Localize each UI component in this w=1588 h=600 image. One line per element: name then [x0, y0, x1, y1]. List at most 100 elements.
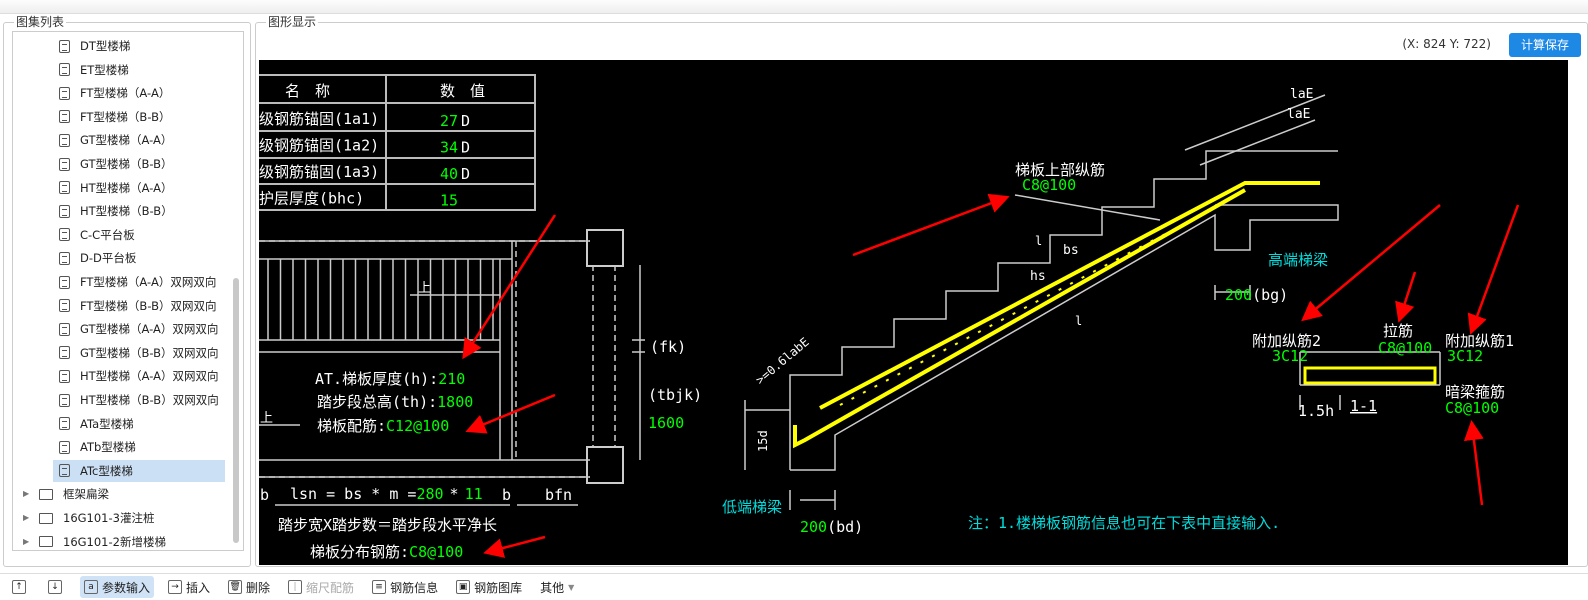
tree-item-file[interactable]: DT型楼梯	[53, 35, 225, 57]
param-icon: a	[84, 580, 98, 594]
tree-item-file[interactable]: GT型楼梯（B-B）双网双向	[53, 342, 225, 364]
tree-item-label: FT型楼梯（A-A）	[80, 86, 171, 101]
tree-item-file[interactable]: ET型楼梯	[53, 59, 225, 81]
move-down-button[interactable]: ↓	[44, 576, 70, 598]
table-row-name: 级钢筋锚固(1a3)	[259, 163, 379, 181]
delete-button[interactable]: 🗑 删除	[224, 576, 274, 598]
bs-label: bs	[1063, 243, 1079, 258]
plan-up-label-1: 上	[418, 281, 431, 296]
tree-item-file[interactable]: FT型楼梯（B-B）双网双向	[53, 295, 225, 317]
param-button[interactable]: a 参数输入	[80, 576, 155, 598]
hs-label: hs	[1030, 269, 1046, 284]
tree-scrollbar[interactable]	[233, 278, 239, 543]
file-icon	[59, 181, 70, 195]
move-up-button[interactable]: ↑	[8, 576, 34, 598]
table-header-name: 名 称	[285, 82, 330, 100]
tree-item-folder[interactable]: ▶ 框架扁梁	[23, 483, 109, 505]
tree-item-folder[interactable]: ▶ 16G101-2新增楼梯	[23, 531, 166, 550]
b-label-right: b	[502, 486, 511, 504]
note-text: 注：1.楼梯板钢筋信息也可在下表中直接输入.	[968, 514, 1280, 532]
stair-section	[744, 94, 1441, 510]
expand-arrow-icon[interactable]: ▶	[23, 507, 33, 529]
plan-up-label-2: 上	[260, 411, 273, 426]
tree-item-file[interactable]: D-D平台板	[53, 247, 225, 269]
formula-text: 踏步宽X踏步数＝踏步段水平净长	[278, 516, 497, 534]
file-icon	[59, 464, 70, 478]
svg-text:梯板分布钢筋:C8@100: 梯板分布钢筋:C8@100	[310, 543, 463, 561]
table-row-unit: D	[461, 165, 470, 183]
tbjk-label: (tbjk)	[648, 386, 702, 404]
mul-sign: *	[450, 485, 459, 503]
tree-item-label: HT型楼梯（B-B）	[80, 204, 173, 219]
table-row-unit: D	[461, 139, 470, 157]
library-button[interactable]: ▣ 钢筋图库	[452, 576, 526, 598]
tree-item-label: C-C平台板	[80, 227, 135, 242]
toolbar-label: 缩尺配筋	[306, 580, 355, 595]
tree-item-file[interactable]: HT型楼梯（A-A）双网双向	[53, 365, 225, 387]
tree-item-folder[interactable]: ▶ 16G101-3灌注桩	[23, 507, 154, 529]
tree-item-file[interactable]: FT型楼梯（B-B）	[53, 106, 225, 128]
tie-label: 拉筋	[1383, 322, 1413, 340]
svg-text:lsn = bs * m =280*11: lsn = bs * m =280 * 11	[290, 485, 483, 503]
calc-save-button[interactable]: 计算保存	[1509, 33, 1581, 57]
atlas-list-panel: 图集列表 DT型楼梯 ET型楼梯 FT型楼梯（A-A） FT型楼梯（B-B） GT型楼梯…	[3, 15, 251, 567]
tree-item-label: FT型楼梯（A-A）双网双向	[80, 275, 217, 289]
dropdown-button[interactable]: 其他 ▼	[536, 576, 578, 598]
library-icon: ▣	[456, 580, 471, 594]
high-beam-label: 高端梯梁	[1268, 251, 1328, 269]
tree-item-file[interactable]: HT型楼梯（B-B）	[53, 200, 225, 222]
file-icon	[59, 157, 70, 171]
file-icon	[59, 86, 70, 100]
section-mark-1: l	[1035, 234, 1042, 248]
tie-value: C8@100	[1378, 339, 1432, 357]
width-label: 1.5h	[1298, 402, 1334, 420]
info-icon: ≡	[372, 580, 387, 594]
table-row-value: 27	[440, 112, 458, 130]
tree-item-file[interactable]: GT型楼梯（A-A）双网双向	[53, 318, 225, 340]
tree-item-label: GT型楼梯（B-B）双网双向	[80, 345, 219, 360]
folder-icon	[39, 488, 53, 500]
toolbar-label: 钢筋信息	[390, 580, 439, 595]
toolbar-label: 插入	[186, 580, 211, 595]
section-mark-2: l	[1075, 314, 1082, 328]
insert-icon: →	[168, 580, 183, 594]
tree-item-file[interactable]: FT型楼梯（A-A）双网双向	[53, 271, 225, 293]
tree-item-file[interactable]: ATc型楼梯	[53, 459, 225, 482]
file-icon	[59, 204, 70, 218]
tree-item-label: ET型楼梯	[80, 62, 129, 77]
folder-icon	[39, 512, 53, 524]
insert-button[interactable]: → 插入	[164, 576, 214, 598]
tbjk-value: 1600	[648, 414, 684, 432]
folder-icon	[39, 536, 53, 548]
info-button[interactable]: ≡ 钢筋信息	[368, 576, 442, 598]
red-annotation-arrow	[1467, 204, 1520, 335]
file-icon	[59, 417, 70, 431]
add1-value: 3C12	[1447, 347, 1483, 365]
fk-label: (fk)	[650, 338, 686, 356]
expand-arrow-icon[interactable]: ▶	[23, 531, 33, 550]
tree-item-label: ATa型楼梯	[80, 416, 134, 431]
tree-item-label: GT型楼梯（A-A）	[80, 133, 173, 148]
tree-item-file[interactable]: GT型楼梯（A-A）	[53, 129, 225, 151]
scale-button[interactable]: | 缩尺配筋	[284, 576, 358, 598]
rebar-lines	[793, 181, 1437, 449]
b-label-left: b	[260, 486, 269, 504]
red-annotation-arrow	[1395, 271, 1417, 323]
stair-plan	[259, 229, 645, 506]
tree-item-label: ATc型楼梯	[80, 463, 133, 478]
add2-value: 3C12	[1272, 347, 1308, 365]
tree-item-file[interactable]: C-C平台板	[53, 224, 225, 246]
drawing-canvas[interactable]: 名 称 数 值 级钢筋锚固(1a1) 27 D 级钢筋锚固(1a2) 34 D 级钢筋锚固(…	[259, 60, 1568, 565]
tree-item-file[interactable]: HT型楼梯（A-A）	[53, 177, 225, 199]
lsn-label: lsn = bs * m =	[290, 485, 416, 503]
tree-item-file[interactable]: ATb型楼梯	[53, 436, 225, 458]
expand-arrow-icon[interactable]: ▶	[23, 483, 33, 505]
tree-item-label: 16G101-3灌注桩	[63, 511, 155, 525]
labE-label: >=0.6labE	[753, 335, 812, 388]
tree-item-file[interactable]: ATa型楼梯	[53, 413, 225, 435]
file-icon	[59, 346, 70, 360]
tree-item-file[interactable]: HT型楼梯（B-B）双网双向	[53, 389, 225, 411]
graphic-display-title: 图形显示	[266, 15, 319, 29]
tree-item-file[interactable]: FT型楼梯（A-A）	[53, 82, 225, 104]
tree-item-file[interactable]: GT型楼梯（B-B）	[53, 153, 225, 175]
